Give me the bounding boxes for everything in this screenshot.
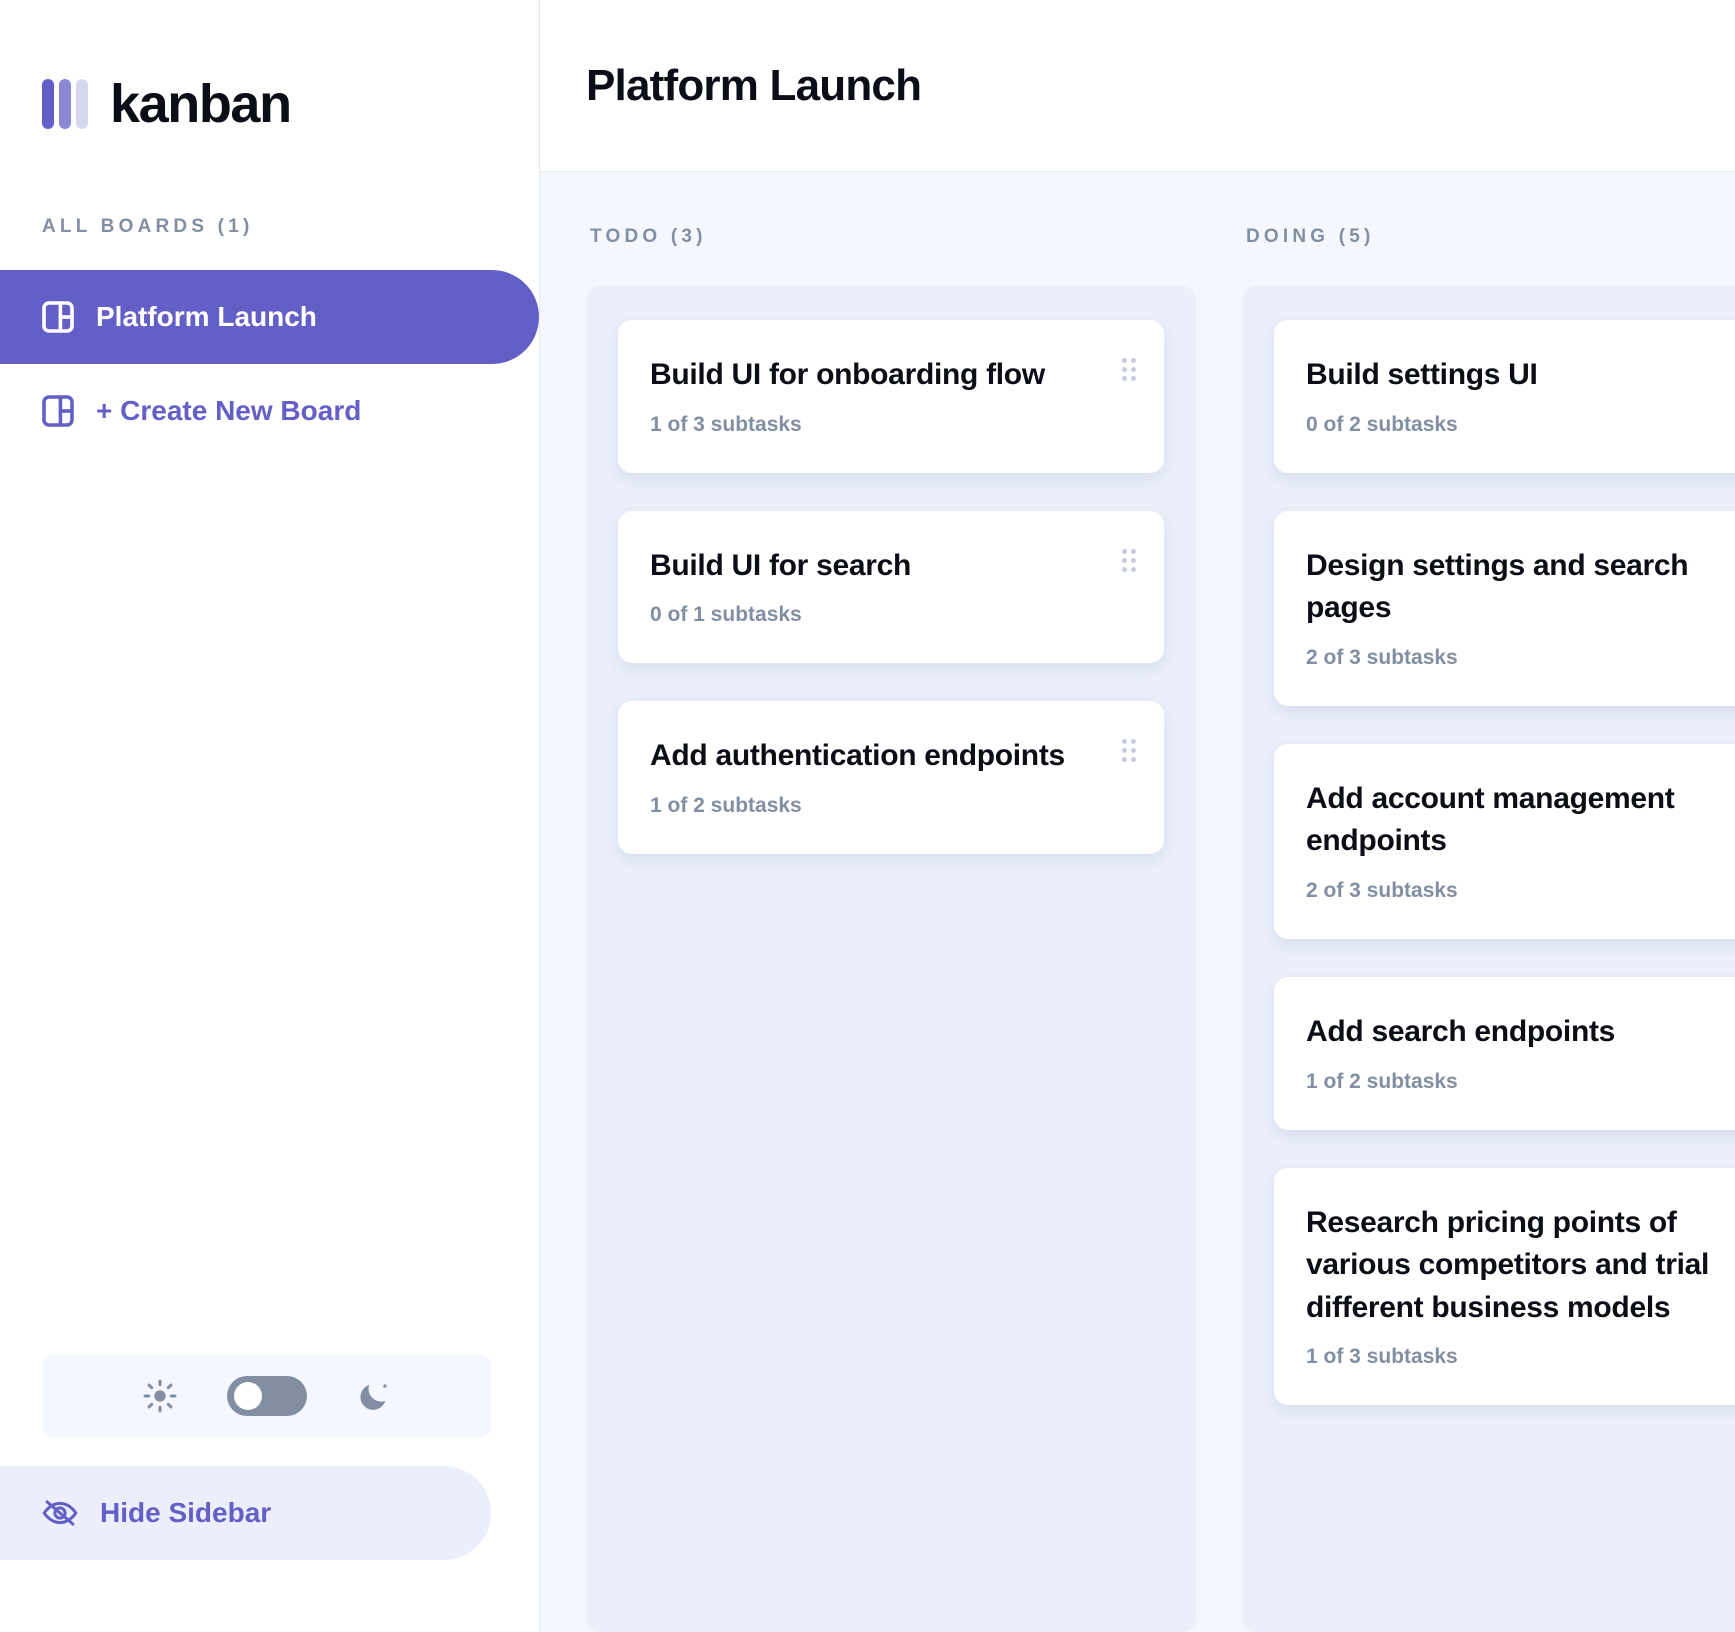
task-title: Design settings and search pages bbox=[1306, 548, 1689, 625]
board-columns-area: TODO (3) Build UI for onboarding flow 1 … bbox=[540, 172, 1735, 1632]
task-title: Research pricing points of various compe… bbox=[1306, 1205, 1710, 1324]
task-subtasks: 0 of 2 subtasks bbox=[1306, 412, 1458, 436]
sidebar-item-label: Platform Launch bbox=[96, 301, 317, 332]
app-root: kanban ALL BOARDS (1) Platform Launch + … bbox=[0, 0, 1735, 1632]
task-title: Add account management endpoints bbox=[1306, 781, 1675, 858]
drag-handle-icon[interactable] bbox=[1122, 739, 1136, 763]
top-bar: Platform Launch bbox=[540, 0, 1735, 172]
task-card[interactable]: Design settings and search pages 2 of 3 … bbox=[1274, 510, 1735, 706]
hide-sidebar-button[interactable]: Hide Sidebar bbox=[0, 1466, 491, 1560]
toggle-knob bbox=[233, 1382, 262, 1410]
drag-handle-icon[interactable] bbox=[1122, 548, 1136, 572]
sidebar: kanban ALL BOARDS (1) Platform Launch + … bbox=[0, 0, 540, 1632]
task-subtasks: 1 of 3 subtasks bbox=[650, 412, 802, 436]
board-icon bbox=[42, 301, 74, 333]
create-new-board-button[interactable]: + Create New Board bbox=[0, 364, 539, 458]
board-icon bbox=[42, 395, 74, 427]
logo-text: kanban bbox=[110, 74, 292, 134]
task-title: Add search endpoints bbox=[1306, 1014, 1616, 1048]
task-subtasks: 0 of 1 subtasks bbox=[650, 603, 802, 627]
task-card[interactable]: Add authentication endpoints 1 of 2 subt… bbox=[618, 701, 1164, 854]
sun-icon bbox=[143, 1379, 177, 1413]
task-card[interactable]: Add search endpoints 1 of 2 subtasks bbox=[1274, 976, 1735, 1130]
task-subtasks: 1 of 2 subtasks bbox=[650, 793, 802, 817]
drag-handle-icon[interactable] bbox=[1122, 358, 1136, 381]
task-title: Build UI for search bbox=[650, 548, 912, 582]
logo-bars-icon bbox=[42, 79, 88, 129]
column-todo: TODO (3) Build UI for onboarding flow 1 … bbox=[586, 226, 1196, 1632]
column-doing: DOING (5) Build settings UI 0 of 2 subta… bbox=[1242, 226, 1735, 1632]
task-card[interactable]: Add account management endpoints 2 of 3 … bbox=[1274, 743, 1735, 939]
all-boards-heading: ALL BOARDS (1) bbox=[42, 216, 254, 237]
hide-sidebar-label: Hide Sidebar bbox=[100, 1497, 272, 1528]
board-list: Platform Launch + Create New Board bbox=[0, 270, 539, 458]
column-header-todo: TODO (3) bbox=[590, 226, 707, 247]
theme-toggle-group bbox=[42, 1354, 491, 1438]
task-title: Build UI for onboarding flow bbox=[650, 358, 1045, 391]
task-card[interactable]: Research pricing points of various compe… bbox=[1274, 1167, 1735, 1406]
moon-icon bbox=[357, 1379, 391, 1413]
task-subtasks: 2 of 3 subtasks bbox=[1306, 878, 1458, 902]
sidebar-item-label: + Create New Board bbox=[96, 395, 362, 426]
task-card[interactable]: Build settings UI 0 of 2 subtasks bbox=[1274, 320, 1735, 473]
sidebar-footer: Hide Sidebar bbox=[0, 1354, 539, 1632]
sidebar-item-platform-launch[interactable]: Platform Launch bbox=[0, 270, 539, 364]
task-subtasks: 1 of 2 subtasks bbox=[1306, 1069, 1458, 1093]
app-logo: kanban bbox=[0, 0, 539, 150]
task-subtasks: 1 of 3 subtasks bbox=[1306, 1345, 1458, 1369]
eye-off-icon bbox=[42, 1497, 78, 1529]
task-subtasks: 2 of 3 subtasks bbox=[1306, 645, 1458, 669]
column-header-doing: DOING (5) bbox=[1246, 226, 1375, 247]
task-card[interactable]: Build UI for search 0 of 1 subtasks bbox=[618, 510, 1164, 664]
main-content: Platform Launch TODO (3) Build UI for on… bbox=[540, 0, 1735, 1632]
task-title: Add authentication endpoints bbox=[650, 739, 1065, 773]
task-title: Build settings UI bbox=[1306, 358, 1538, 391]
column-body-doing: Build settings UI 0 of 2 subtasks Design… bbox=[1242, 286, 1735, 1632]
task-card[interactable]: Build UI for onboarding flow 1 of 3 subt… bbox=[618, 320, 1164, 473]
page-title: Platform Launch bbox=[586, 60, 922, 110]
column-body-todo: Build UI for onboarding flow 1 of 3 subt… bbox=[586, 286, 1196, 1632]
theme-toggle-switch[interactable] bbox=[226, 1376, 307, 1416]
